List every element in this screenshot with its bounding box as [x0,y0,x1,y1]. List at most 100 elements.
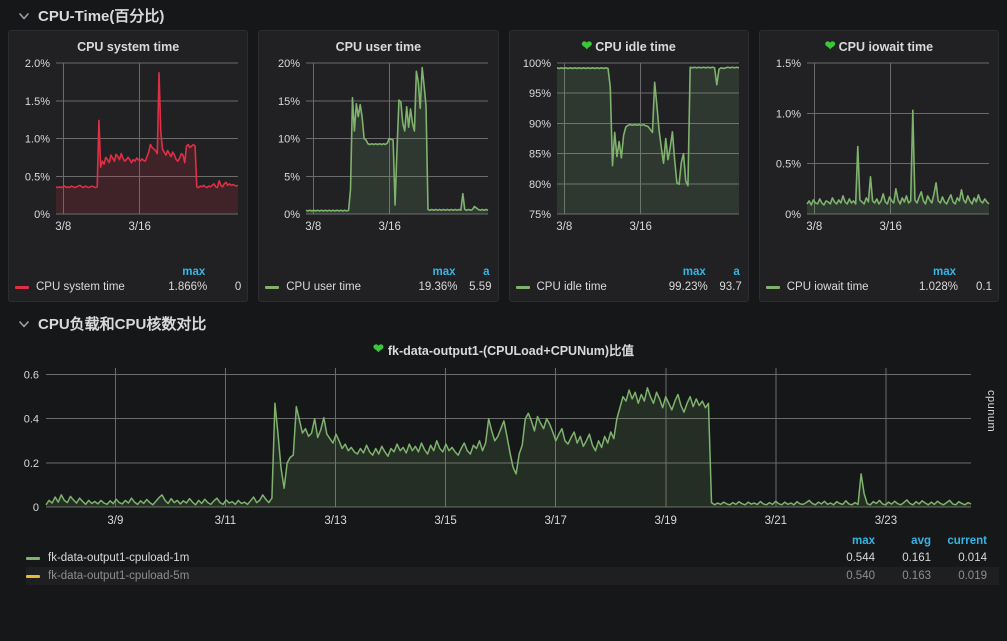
legend-row[interactable]: CPU idle time 99.23% 93.7 [516,281,742,293]
svg-text:3/16: 3/16 [879,221,901,233]
legend-header-avg: avg [875,535,931,547]
svg-text:15%: 15% [278,96,300,108]
legend-value-max: 19.36% [398,281,458,293]
svg-text:1.5%: 1.5% [776,58,801,70]
legend-value-avg: 0.163 [875,570,931,582]
panel-row-cpu-time: CPU system time 0%0.5%1.0%1.5%2.0%3/83/1… [0,30,1007,302]
legend-series[interactable]: fk-data-output1-cpuload-5m [26,570,819,582]
svg-text:80%: 80% [528,179,550,191]
svg-text:3/16: 3/16 [379,221,401,233]
legend-series[interactable]: CPU iowait time [766,281,898,293]
svg-text:0.6: 0.6 [24,370,39,382]
legend-value-max: 0.540 [819,570,875,582]
panel-title[interactable]: ❤ fk-data-output1-(CPULoad+CPUNum)比值 [8,338,999,360]
panel-title-text: fk-data-output1-(CPULoad+CPUNum)比值 [388,340,634,359]
legend-row[interactable]: CPU user time 19.36% 5.59 [265,281,491,293]
series-color-swatch [15,286,29,289]
svg-text:3/16: 3/16 [629,221,651,233]
y-axis-right-label: cpunum [985,390,997,432]
panel-title-text: CPU system time [77,40,179,54]
panel-title[interactable]: CPU system time [9,31,247,55]
legend-row[interactable]: CPU system time 1.866% 0 [15,281,241,293]
panel-title-text: CPU iowait time [839,40,933,54]
legend-header-row: max a [265,266,491,281]
legend-value-avg: 0 [207,281,241,293]
chart-svg: 00.20.40.63/93/113/133/153/173/193/213/2… [8,360,999,535]
svg-text:75%: 75% [528,209,550,221]
legend-value-avg: 0.1 [958,281,992,293]
panel-title[interactable]: ❤ CPU idle time [510,31,748,55]
panel-cpuload-cpunum-ratio[interactable]: ❤ fk-data-output1-(CPULoad+CPUNum)比值 0 0.… [8,338,999,606]
panel-cpu-iowait-time[interactable]: ❤ CPU iowait time 0%0.5%1.0%1.5%3/83/16 … [759,30,999,302]
legend-series-name: fk-data-output1-cpuload-1m [48,552,189,564]
svg-text:0%: 0% [284,209,300,221]
panel-cpu-system-time[interactable]: CPU system time 0%0.5%1.0%1.5%2.0%3/83/1… [8,30,248,302]
row-title: CPU-Time(百分比) [38,5,164,26]
legend-row[interactable]: fk-data-output1-cpuload-5m 0.540 0.163 0… [26,567,999,585]
panel-title[interactable]: CPU user time [259,31,497,55]
panel-legend: max CPU system time 1.866% 0 [9,266,247,301]
panel-title-text: CPU idle time [595,40,676,54]
alert-heart-icon[interactable]: ❤ [581,39,592,52]
panel-legend: max avg current fk-data-output1-cpuload-… [8,535,999,585]
legend-value-current: 0.019 [931,570,987,582]
chart-svg: 0% 0.5% 1.0% 1.5% 3/8 3/16 [760,55,999,240]
legend-header-avg: a [456,266,490,278]
legend-header-avg [956,266,990,278]
series-color-swatch [26,575,40,578]
row-header-cpu-load[interactable]: CPU负载和CPU核数对比 [0,308,1007,338]
legend-value-avg: 93.7 [708,281,742,293]
chart-cpu-iowait-time: 0% 0.5% 1.0% 1.5% 3/8 3/16 [760,55,998,240]
legend-series[interactable]: CPU system time [15,281,147,293]
svg-text:95%: 95% [528,88,550,100]
legend-series[interactable]: CPU user time [265,281,397,293]
legend-header-row: max a [516,266,742,281]
legend-row[interactable]: fk-data-output1-cpuload-1m 0.544 0.161 0… [26,549,999,567]
legend-series-name: fk-data-output1-cpuload-5m [48,570,189,582]
alert-heart-icon[interactable]: ❤ [825,39,836,52]
row-title: CPU负载和CPU核数对比 [38,313,206,334]
svg-text:85%: 85% [528,149,550,161]
chevron-down-icon[interactable] [18,318,30,330]
chart-svg: 75%80%85%90%95%100%3/83/16 [510,55,749,240]
panel-legend: max CPU iowait time 1.028% 0.1 [760,266,998,301]
svg-text:1.5%: 1.5% [25,96,50,108]
row-header-cpu-time[interactable]: CPU-Time(百分比) [0,0,1007,30]
legend-value-max: 0.544 [819,552,875,564]
legend-series-name: CPU system time [36,281,125,293]
chart-cpuload-ratio: 00.20.40.63/93/113/133/153/173/193/213/2… [8,360,999,535]
svg-text:3/23: 3/23 [875,515,897,527]
legend-header-current: current [931,535,987,547]
svg-text:3/8: 3/8 [806,221,822,233]
legend-header-row: max [766,266,992,281]
svg-text:3/9: 3/9 [107,515,123,527]
svg-text:1.0%: 1.0% [776,108,801,120]
alert-heart-icon[interactable]: ❤ [373,342,384,355]
svg-text:0: 0 [33,502,39,514]
svg-text:3/8: 3/8 [556,221,572,233]
legend-series-name: CPU user time [286,281,361,293]
series-color-swatch [265,286,279,289]
legend-row[interactable]: CPU iowait time 1.028% 0.1 [766,281,992,293]
svg-text:0%: 0% [785,209,801,221]
legend-value-current: 0.014 [931,552,987,564]
svg-text:20%: 20% [278,58,300,70]
series-color-swatch [26,557,40,560]
series-color-swatch [516,286,530,289]
svg-text:90%: 90% [528,118,550,130]
panel-title[interactable]: ❤ CPU iowait time [760,31,998,55]
legend-value-max: 1.866% [147,281,207,293]
chevron-down-icon[interactable] [18,10,30,22]
chart-cpu-idle-time: 75%80%85%90%95%100%3/83/16 [510,55,748,240]
legend-header-max: max [127,266,205,278]
panel-cpu-idle-time[interactable]: ❤ CPU idle time 75%80%85%90%95%100%3/83/… [509,30,749,302]
chart-cpu-system-time: 0%0.5%1.0%1.5%2.0%3/83/16 [9,55,247,240]
svg-text:3/11: 3/11 [215,515,237,527]
legend-series[interactable]: CPU idle time [516,281,648,293]
legend-series[interactable]: fk-data-output1-cpuload-1m [26,552,819,564]
legend-value-avg: 5.59 [458,281,492,293]
svg-text:0.5%: 0.5% [776,159,801,171]
legend-header-max: max [378,266,456,278]
panel-cpu-user-time[interactable]: CPU user time 0%5%10%15%20%3/83/16 max a… [258,30,498,302]
svg-text:0%: 0% [34,209,50,221]
